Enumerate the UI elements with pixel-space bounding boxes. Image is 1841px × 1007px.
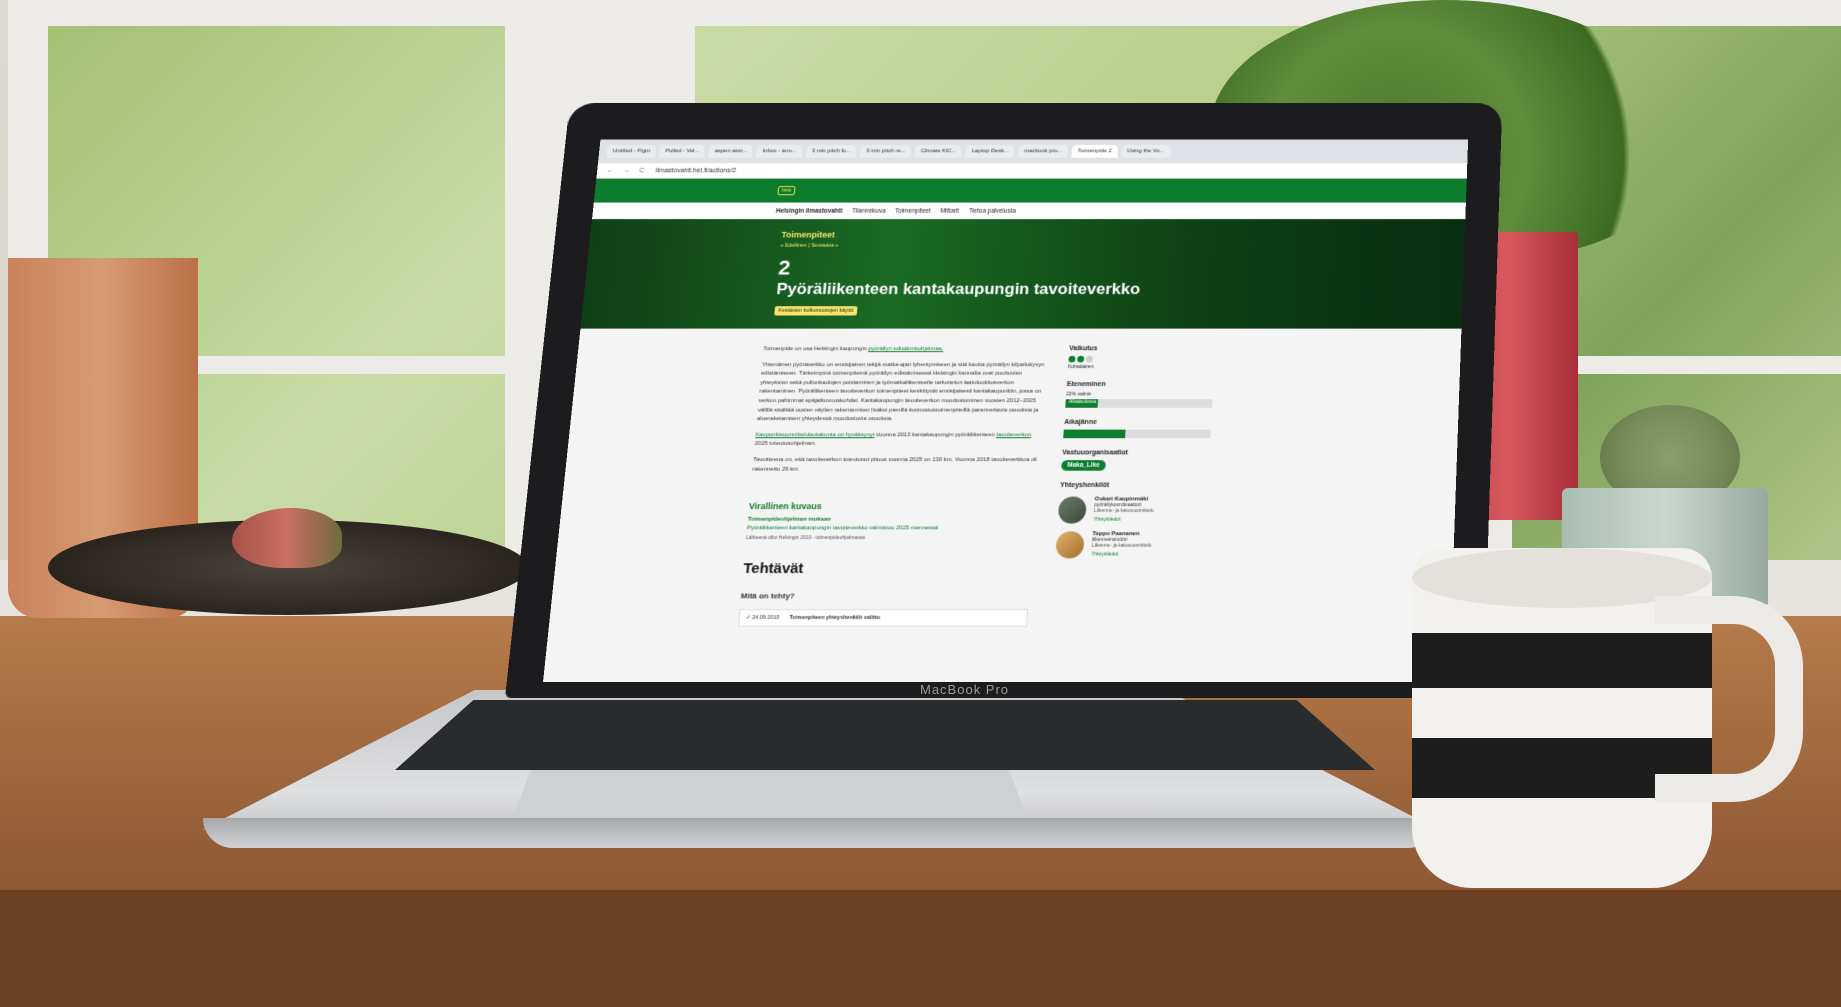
site-topbar: beta (593, 178, 1467, 203)
contact-dept: Liikenne- ja katusuunnittelu (1091, 542, 1152, 549)
laptop-base-edge (203, 818, 1438, 848)
approval-end: 2025 toteutusohjelman. (754, 441, 817, 448)
schedule-bar (1063, 429, 1211, 439)
browser-tab[interactable]: 3 min pitch fo... (805, 145, 858, 158)
description: Yhtenäinen pyöräverkko on ensisijainen t… (756, 362, 1045, 423)
progress-status: Aikataulussa (1068, 399, 1097, 405)
impact-dot (1077, 355, 1085, 363)
progress-fill: Aikataulussa (1065, 399, 1099, 408)
hero-banner: Toimenpiteet « Edellinen | Seuraava » 2 … (580, 219, 1466, 329)
official-subheading: Toimenpideohjelman mukaan (747, 516, 831, 523)
impact-dot (1085, 355, 1094, 363)
nav-item[interactable]: Toimenpiteet (895, 208, 931, 214)
task-text: Toimenpiteen yhteyshenkilö valittu (789, 614, 881, 621)
program-link[interactable]: pyöräilyn edistämisohjelmaa. (868, 346, 943, 352)
schedule-label: Aikajänne (1064, 419, 1097, 426)
browser-tab[interactable]: aspen assr... (708, 145, 754, 158)
progress-text: 22% valmis (1065, 391, 1092, 398)
progress-bar: Aikataulussa (1065, 399, 1213, 408)
approval-text: vuonna 2013 kantakaupungin pyöräliikente… (874, 432, 997, 438)
browser-tab[interactable]: Inbox - tero... (756, 145, 803, 158)
prev-next-links[interactable]: « Edellinen | Seuraava » (780, 243, 838, 249)
impact-dots (1068, 355, 1224, 363)
trackpad (510, 770, 1030, 825)
browser-tab[interactable]: macbook pro... (1017, 145, 1069, 158)
browser-tab[interactable]: Untitled - Figm (606, 145, 657, 158)
impact-dot (1068, 355, 1076, 363)
org-badge[interactable]: Maka_Like (1061, 460, 1106, 471)
desk-edge (0, 890, 1841, 1007)
browser-tabbar: Untitled - Figm Pulled - Vel... aspen assr… (597, 139, 1469, 164)
nav-item[interactable]: Tietoa palvelusta (969, 208, 1017, 214)
contact-details-link[interactable]: Yhteystiedot (1093, 517, 1153, 523)
task-date: ✓ 24.09.2019 (745, 614, 780, 621)
laptop-screen: Untitled - Figm Pulled - Vel... aspen assr… (543, 139, 1469, 682)
nav-arrows-icon[interactable]: ← → C (606, 167, 648, 173)
contacts-label: Yhteyshenkilöt (1059, 482, 1110, 489)
orgs-label: Vastuuorganisaatiot (1062, 449, 1129, 457)
official-heading: Virallinen kuvaus (748, 501, 823, 512)
mug-handle (1655, 596, 1803, 802)
progress-label: Eteneminen (1066, 381, 1106, 388)
bird-figurine (232, 508, 342, 568)
intro-text: Toimenpide on osa Helsingin kaupungin (763, 346, 869, 353)
page-title: Pyöräliikenteen kantakaupungin tavoiteve… (775, 280, 1141, 298)
browser-tab[interactable]: Toimenpide 2 (1071, 145, 1118, 158)
tasks-subheading: Mitä on tehty? (740, 591, 796, 601)
address-bar[interactable]: ← → C ilmastovahti.hel.fi/actions/2 (596, 163, 1468, 179)
nav-item[interactable]: Tilannekuva (852, 208, 886, 214)
official-text: Pyöräliikenteen kantakaupungin tavoiteve… (746, 525, 939, 532)
contact-dept: Liikenne- ja katusuunnittelu (1093, 508, 1154, 514)
contact-details-link[interactable]: Yhteystiedot (1091, 552, 1151, 558)
approval-link[interactable]: Kaupunkisuunnittelulautakunta on hyväksy… (755, 432, 875, 438)
site-nav: Helsingin ilmastovahti Tilannekuva Toimen… (592, 202, 1466, 220)
browser-tab[interactable]: 3 min pitch re... (859, 145, 912, 158)
url-text[interactable]: ilmastovahti.hel.fi/actions/2 (655, 167, 736, 173)
impact-value: Kohtalainen (1067, 364, 1094, 370)
official-source: Lähteenä ollut Helsingin 2019 - toimenpi… (745, 534, 866, 541)
content-area: Toimenpide on osa Helsingin kaupungin py… (549, 329, 1462, 628)
impact-label: Vaikutus (1068, 345, 1098, 353)
browser-tab[interactable]: Pulled - Vel... (658, 145, 706, 158)
browser-tab[interactable]: Climate KIC... (914, 145, 963, 158)
sidebar: Vaikutus Kohtalainen Eteneminen 22% valm… (1051, 345, 1226, 627)
keyboard (395, 700, 1375, 770)
browser-tab[interactable]: Using the Vo... (1120, 145, 1171, 158)
section-label[interactable]: Toimenpiteet (781, 230, 835, 239)
category-tag[interactable]: Kestävien kulkumuotojen käyttö (774, 306, 858, 316)
site-brand[interactable]: Helsingin ilmastovahti (776, 208, 843, 214)
browser-tab[interactable]: Laptop Desk... (965, 145, 1015, 158)
task-row[interactable]: ✓ 24.09.2019 Toimenpiteen yhteyshenkilö … (738, 608, 1029, 628)
tasks-heading: Tehtävät (742, 560, 805, 577)
photo-scene: MacBook Pro Untitled - Figm Pulled - Vel.… (0, 0, 1841, 1007)
contact-card: Oskari Kaupinmäki pyöräilykoordinaattori… (1057, 496, 1217, 524)
main-column: Toimenpide on osa Helsingin kaupungin py… (738, 345, 1046, 628)
action-number: 2 (777, 255, 792, 280)
contact-card: Teppo Paananen liikenneinsinööri Liikenn… (1055, 531, 1215, 559)
intro: Toimenpide on osa Helsingin kaupungin py… (763, 345, 1046, 354)
avatar (1055, 531, 1085, 559)
avatar (1057, 496, 1087, 524)
schedule-fill (1063, 429, 1126, 439)
approval-paragraph: Kaupunkisuunnittelulautakunta on hyväksy… (754, 431, 1040, 449)
model-label: MacBook Pro (920, 682, 1010, 697)
beta-badge: beta (777, 186, 796, 196)
goal-paragraph: Tavoitteena on, että tavoiteverkon toteu… (752, 457, 1038, 473)
nav-item[interactable]: Mittarit (940, 208, 959, 214)
target-network-link[interactable]: tavoiteverkon (996, 432, 1031, 438)
